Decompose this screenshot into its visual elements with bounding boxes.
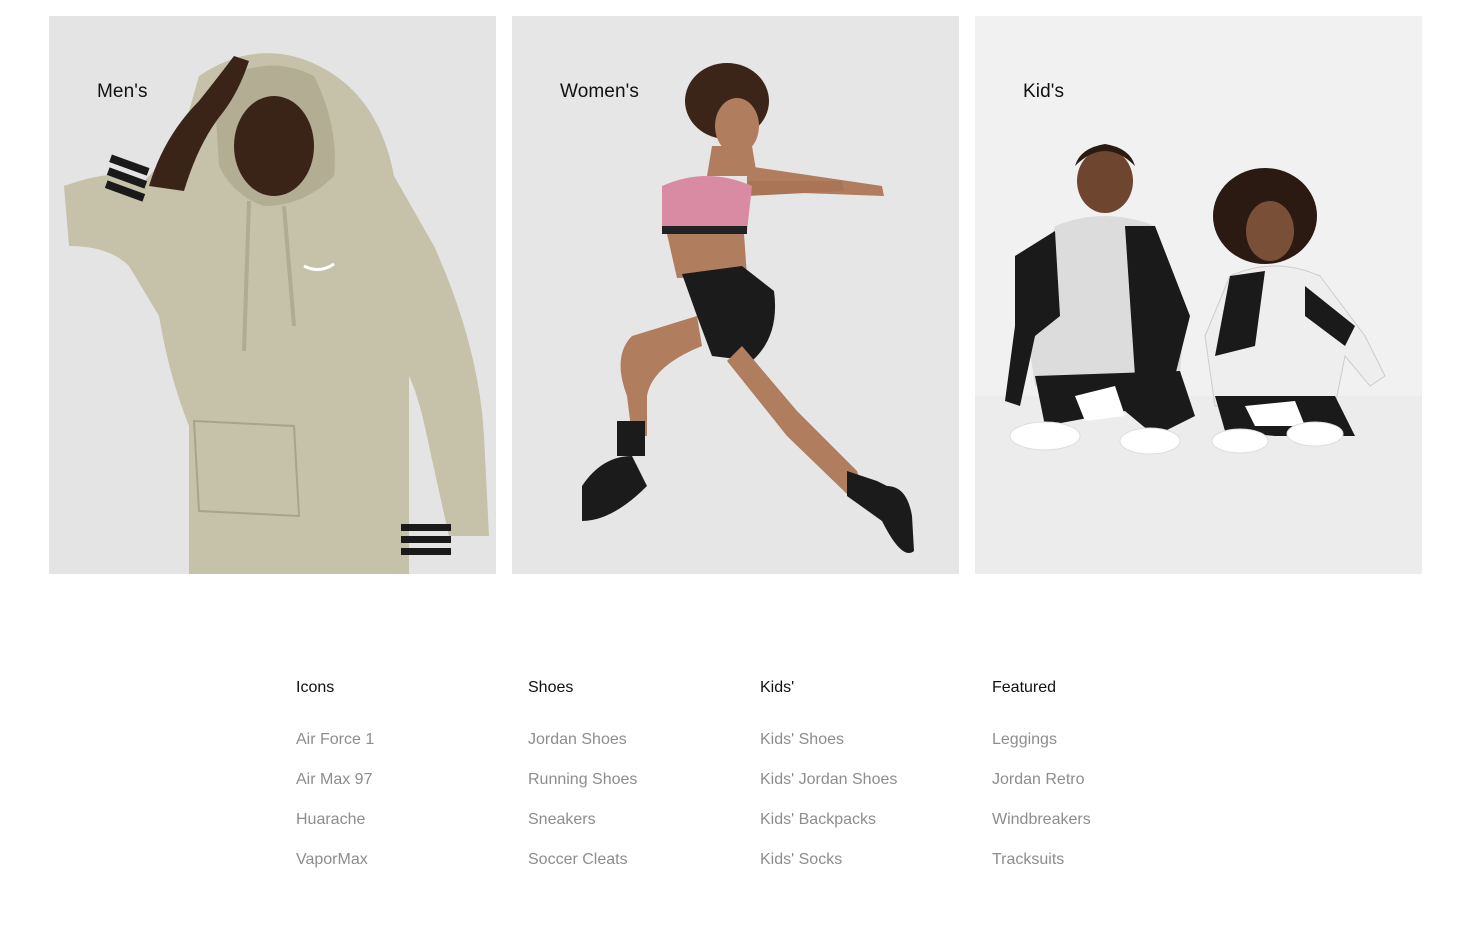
- nav-link[interactable]: Kids' Shoes: [760, 731, 844, 748]
- list-item: Windbreakers: [992, 810, 1224, 850]
- footer-column-featured: Featured Leggings Jordan Retro Windbreak…: [992, 678, 1224, 890]
- list-item: Air Force 1: [296, 730, 528, 770]
- category-card-mens[interactable]: Men's: [49, 16, 496, 574]
- list-item: Tracksuits: [992, 850, 1224, 890]
- list-item: Kids' Jordan Shoes: [760, 770, 992, 810]
- link-list: Air Force 1 Air Max 97 Huarache VaporMax: [296, 730, 528, 890]
- footer-nav: Icons Air Force 1 Air Max 97 Huarache Va…: [296, 678, 1224, 890]
- list-item: Kids' Backpacks: [760, 810, 992, 850]
- nav-link[interactable]: Jordan Retro: [992, 771, 1085, 788]
- category-grid: Men's Women's Kid's: [49, 16, 1422, 574]
- nav-link[interactable]: Air Max 97: [296, 771, 372, 788]
- footer-column-kids: Kids' Kids' Shoes Kids' Jordan Shoes Kid…: [760, 678, 992, 890]
- list-item: Leggings: [992, 730, 1224, 770]
- list-item: Soccer Cleats: [528, 850, 760, 890]
- nav-link[interactable]: Running Shoes: [528, 771, 637, 788]
- link-list: Kids' Shoes Kids' Jordan Shoes Kids' Bac…: [760, 730, 992, 890]
- nav-link[interactable]: Huarache: [296, 811, 365, 828]
- nav-link[interactable]: Kids' Socks: [760, 851, 842, 868]
- link-list: Jordan Shoes Running Shoes Sneakers Socc…: [528, 730, 760, 890]
- list-item: Sneakers: [528, 810, 760, 850]
- nav-link[interactable]: VaporMax: [296, 851, 368, 868]
- nav-link[interactable]: Leggings: [992, 731, 1057, 748]
- category-label-mens: Men's: [97, 81, 148, 102]
- list-item: Jordan Retro: [992, 770, 1224, 810]
- column-heading: Kids': [760, 679, 795, 696]
- column-heading: Featured: [992, 679, 1057, 696]
- category-label-womens: Women's: [560, 81, 639, 102]
- list-item: VaporMax: [296, 850, 528, 890]
- nav-link[interactable]: Windbreakers: [992, 811, 1091, 828]
- list-item: Air Max 97: [296, 770, 528, 810]
- nav-link[interactable]: Sneakers: [528, 811, 596, 828]
- link-list: Leggings Jordan Retro Windbreakers Track…: [992, 730, 1224, 890]
- nav-link[interactable]: Kids' Jordan Shoes: [760, 771, 897, 788]
- list-item: Huarache: [296, 810, 528, 850]
- column-heading: Shoes: [528, 679, 574, 696]
- list-item: Running Shoes: [528, 770, 760, 810]
- list-item: Kids' Shoes: [760, 730, 992, 770]
- nav-link[interactable]: Jordan Shoes: [528, 731, 627, 748]
- column-heading: Icons: [296, 679, 335, 696]
- nav-link[interactable]: Soccer Cleats: [528, 851, 628, 868]
- category-label-kids: Kid's: [1023, 81, 1065, 102]
- nav-link[interactable]: Kids' Backpacks: [760, 811, 876, 828]
- category-card-kids[interactable]: Kid's: [975, 16, 1422, 574]
- category-card-womens[interactable]: Women's: [512, 16, 959, 574]
- footer-column-icons: Icons Air Force 1 Air Max 97 Huarache Va…: [296, 678, 528, 890]
- nav-link[interactable]: Air Force 1: [296, 731, 374, 748]
- footer-column-shoes: Shoes Jordan Shoes Running Shoes Sneaker…: [528, 678, 760, 890]
- list-item: Jordan Shoes: [528, 730, 760, 770]
- list-item: Kids' Socks: [760, 850, 992, 890]
- nav-link[interactable]: Tracksuits: [992, 851, 1064, 868]
- page: Men's Women's Kid's Icons Air Force 1 Ai…: [0, 0, 1475, 933]
